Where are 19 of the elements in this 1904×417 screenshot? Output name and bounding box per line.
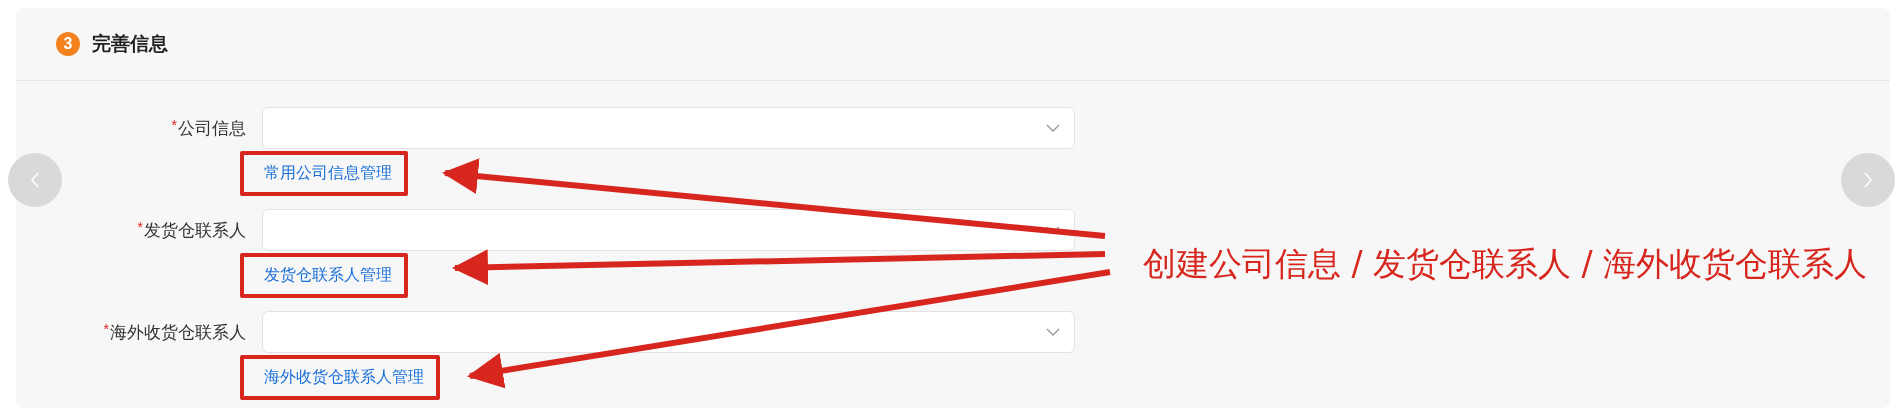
step-badge: 3 bbox=[56, 32, 80, 56]
field-label: 发货仓联系人 bbox=[144, 219, 246, 242]
chevron-down-icon bbox=[1046, 124, 1060, 132]
manage-link[interactable]: 常用公司信息管理 bbox=[240, 150, 408, 196]
annotation-text: 创建公司信息 / 发货仓联系人 / 海外收货仓联系人 bbox=[1143, 243, 1868, 285]
select-field[interactable] bbox=[262, 107, 1075, 149]
chevron-down-icon bbox=[1046, 328, 1060, 336]
required-mark: * bbox=[137, 219, 143, 235]
manage-link[interactable]: 海外收货仓联系人管理 bbox=[240, 354, 440, 400]
field-label: 海外收货仓联系人 bbox=[110, 321, 246, 344]
select-field[interactable] bbox=[262, 311, 1075, 353]
required-mark: * bbox=[103, 321, 109, 337]
chevron-right-icon bbox=[1862, 170, 1874, 190]
field-label: 公司信息 bbox=[178, 117, 246, 140]
select-field[interactable] bbox=[262, 209, 1075, 251]
section-title: 完善信息 bbox=[92, 32, 168, 56]
chevron-left-icon bbox=[29, 170, 41, 190]
required-mark: * bbox=[171, 117, 177, 133]
manage-link[interactable]: 发货仓联系人管理 bbox=[240, 252, 408, 298]
